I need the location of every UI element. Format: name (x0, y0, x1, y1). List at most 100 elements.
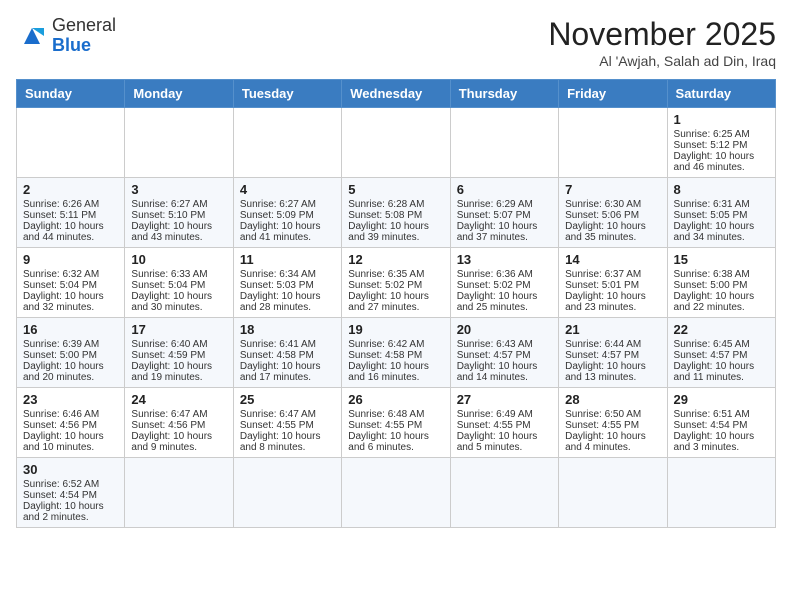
day-info: Sunrise: 6:50 AM Sunset: 4:55 PM Dayligh… (565, 409, 646, 453)
day-number: 10 (131, 252, 226, 267)
calendar-cell: 22Sunrise: 6:45 AM Sunset: 4:57 PM Dayli… (667, 318, 775, 388)
day-number: 11 (240, 252, 335, 267)
location: Al 'Awjah, Salah ad Din, Iraq (548, 53, 776, 69)
day-number: 2 (23, 182, 118, 197)
day-number: 22 (674, 322, 769, 337)
calendar-cell: 26 Sunrise: 6:48 AM Sunset: 4:55 PM Dayli… (342, 388, 450, 458)
calendar-table: SundayMondayTuesdayWednesdayThursdayFrid… (16, 79, 776, 528)
day-number: 7 (565, 182, 660, 197)
calendar-cell (450, 458, 558, 528)
day-number: 27 (457, 392, 552, 407)
day-info: Sunrise: 6:48 AM Sunset: 4:55 PM Dayligh… (348, 409, 429, 453)
calendar-cell (233, 458, 341, 528)
calendar-cell: 15 Sunrise: 6:38 AM Sunset: 5:00 PM Dayli… (667, 248, 775, 318)
logo: General Blue (16, 16, 116, 56)
day-number: 12 (348, 252, 443, 267)
calendar-cell: 3Sunrise: 6:27 AM Sunset: 5:10 PM Daylig… (125, 178, 233, 248)
calendar-cell: 23 Sunrise: 6:46 AM Sunset: 4:56 PM Dayli… (17, 388, 125, 458)
day-number: 1 (674, 112, 769, 127)
calendar-cell: 20Sunrise: 6:43 AM Sunset: 4:57 PM Dayli… (450, 318, 558, 388)
day-info: Sunrise: 6:30 AM Sunset: 5:06 PM Dayligh… (565, 199, 646, 243)
calendar-cell (450, 108, 558, 178)
calendar-cell: 17 Sunrise: 6:40 AM Sunset: 4:59 PM Dayli… (125, 318, 233, 388)
calendar-cell (667, 458, 775, 528)
calendar-week-3: 9Sunrise: 6:32 AM Sunset: 5:04 PM Daylig… (17, 248, 776, 318)
day-number: 3 (131, 182, 226, 197)
calendar-cell: 25Sunrise: 6:47 AM Sunset: 4:55 PM Dayli… (233, 388, 341, 458)
calendar-cell: 27 Sunrise: 6:49 AM Sunset: 4:55 PM Dayli… (450, 388, 558, 458)
day-info: Sunrise: 6:38 AM Sunset: 5:00 PM Dayligh… (674, 269, 755, 313)
weekday-header-wednesday: Wednesday (342, 80, 450, 108)
weekday-header-row: SundayMondayTuesdayWednesdayThursdayFrid… (17, 80, 776, 108)
day-info: Sunrise: 6:34 AM Sunset: 5:03 PM Dayligh… (240, 269, 321, 313)
calendar-cell: 19Sunrise: 6:42 AM Sunset: 4:58 PM Dayli… (342, 318, 450, 388)
weekday-header-tuesday: Tuesday (233, 80, 341, 108)
day-number: 16 (23, 322, 118, 337)
day-number: 19 (348, 322, 443, 337)
day-info: Sunrise: 6:27 AM Sunset: 5:09 PM Dayligh… (240, 199, 321, 243)
weekday-header-sunday: Sunday (17, 80, 125, 108)
day-info: Sunrise: 6:47 AM Sunset: 4:56 PM Dayligh… (131, 409, 212, 453)
calendar-week-2: 2Sunrise: 6:26 AM Sunset: 5:11 PM Daylig… (17, 178, 776, 248)
calendar-cell: 2Sunrise: 6:26 AM Sunset: 5:11 PM Daylig… (17, 178, 125, 248)
day-number: 15 (674, 252, 769, 267)
day-number: 14 (565, 252, 660, 267)
calendar-cell (17, 108, 125, 178)
day-info: Sunrise: 6:43 AM Sunset: 4:57 PM Dayligh… (457, 339, 538, 383)
day-number: 23 (23, 392, 118, 407)
day-number: 8 (674, 182, 769, 197)
calendar-cell: 13 Sunrise: 6:36 AM Sunset: 5:02 PM Dayli… (450, 248, 558, 318)
page-header: General Blue November 2025 Al 'Awjah, Sa… (16, 16, 776, 69)
calendar-cell: 11 Sunrise: 6:34 AM Sunset: 5:03 PM Dayli… (233, 248, 341, 318)
day-info: Sunrise: 6:25 AM Sunset: 5:12 PM Dayligh… (674, 129, 755, 173)
day-number: 4 (240, 182, 335, 197)
calendar-cell: 30 Sunrise: 6:52 AM Sunset: 4:54 PM Dayli… (17, 458, 125, 528)
day-number: 24 (131, 392, 226, 407)
day-number: 6 (457, 182, 552, 197)
day-number: 13 (457, 252, 552, 267)
day-info: Sunrise: 6:44 AM Sunset: 4:57 PM Dayligh… (565, 339, 646, 383)
day-number: 30 (23, 462, 118, 477)
calendar-cell (559, 458, 667, 528)
day-info: Sunrise: 6:37 AM Sunset: 5:01 PM Dayligh… (565, 269, 646, 313)
weekday-header-saturday: Saturday (667, 80, 775, 108)
day-number: 26 (348, 392, 443, 407)
calendar-cell (342, 108, 450, 178)
calendar-cell: 4 Sunrise: 6:27 AM Sunset: 5:09 PM Daylig… (233, 178, 341, 248)
calendar-cell: 6Sunrise: 6:29 AM Sunset: 5:07 PM Daylig… (450, 178, 558, 248)
day-info: Sunrise: 6:40 AM Sunset: 4:59 PM Dayligh… (131, 339, 212, 383)
day-info: Sunrise: 6:41 AM Sunset: 4:58 PM Dayligh… (240, 339, 321, 383)
day-number: 17 (131, 322, 226, 337)
calendar-cell: 10Sunrise: 6:33 AM Sunset: 5:04 PM Dayli… (125, 248, 233, 318)
calendar-cell: 9Sunrise: 6:32 AM Sunset: 5:04 PM Daylig… (17, 248, 125, 318)
calendar-cell: 16 Sunrise: 6:39 AM Sunset: 5:00 PM Dayli… (17, 318, 125, 388)
calendar-cell (233, 108, 341, 178)
day-info: Sunrise: 6:39 AM Sunset: 5:00 PM Dayligh… (23, 339, 104, 383)
day-number: 9 (23, 252, 118, 267)
calendar-cell: 5 Sunrise: 6:28 AM Sunset: 5:08 PM Daylig… (342, 178, 450, 248)
weekday-header-friday: Friday (559, 80, 667, 108)
day-info: Sunrise: 6:52 AM Sunset: 4:54 PM Dayligh… (23, 479, 104, 523)
month-title: November 2025 (548, 16, 776, 53)
calendar-cell: 24 Sunrise: 6:47 AM Sunset: 4:56 PM Dayli… (125, 388, 233, 458)
day-info: Sunrise: 6:46 AM Sunset: 4:56 PM Dayligh… (23, 409, 104, 453)
day-info: Sunrise: 6:47 AM Sunset: 4:55 PM Dayligh… (240, 409, 321, 453)
day-info: Sunrise: 6:28 AM Sunset: 5:08 PM Dayligh… (348, 199, 429, 243)
day-info: Sunrise: 6:51 AM Sunset: 4:54 PM Dayligh… (674, 409, 755, 453)
day-number: 5 (348, 182, 443, 197)
day-info: Sunrise: 6:36 AM Sunset: 5:02 PM Dayligh… (457, 269, 538, 313)
calendar-cell: 12 Sunrise: 6:35 AM Sunset: 5:02 PM Dayli… (342, 248, 450, 318)
calendar-cell: 14 Sunrise: 6:37 AM Sunset: 5:01 PM Dayli… (559, 248, 667, 318)
calendar-cell: 7 Sunrise: 6:30 AM Sunset: 5:06 PM Daylig… (559, 178, 667, 248)
day-info: Sunrise: 6:49 AM Sunset: 4:55 PM Dayligh… (457, 409, 538, 453)
day-info: Sunrise: 6:35 AM Sunset: 5:02 PM Dayligh… (348, 269, 429, 313)
calendar-cell: 21Sunrise: 6:44 AM Sunset: 4:57 PM Dayli… (559, 318, 667, 388)
weekday-header-monday: Monday (125, 80, 233, 108)
calendar-week-1: 1 Sunrise: 6:25 AM Sunset: 5:12 PM Daylig… (17, 108, 776, 178)
calendar-cell (125, 108, 233, 178)
calendar-week-6: 30 Sunrise: 6:52 AM Sunset: 4:54 PM Dayli… (17, 458, 776, 528)
logo-text: General Blue (52, 16, 116, 56)
calendar-cell: 28Sunrise: 6:50 AM Sunset: 4:55 PM Dayli… (559, 388, 667, 458)
calendar-cell (559, 108, 667, 178)
weekday-header-thursday: Thursday (450, 80, 558, 108)
